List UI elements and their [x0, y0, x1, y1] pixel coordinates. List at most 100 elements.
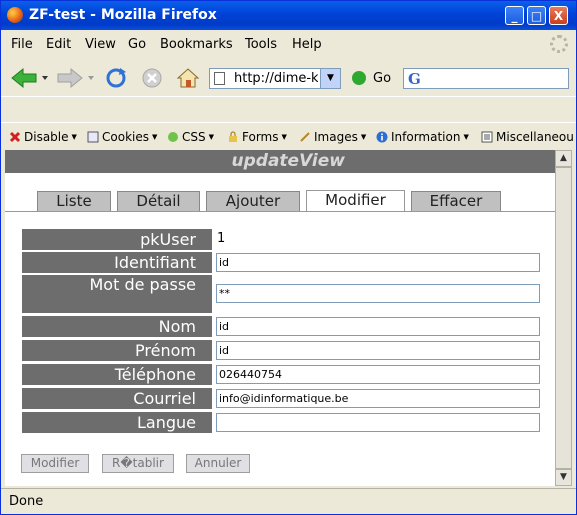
throbber-icon [550, 35, 568, 53]
close-button[interactable]: X [549, 6, 568, 25]
google-search-icon[interactable]: G [408, 70, 421, 88]
info-icon [376, 131, 388, 143]
title-bar[interactable]: ZF-test - Mozilla Firefox _ □ X [1, 1, 576, 30]
status-bar: Done [1, 488, 576, 514]
forward-arrow-icon [57, 67, 94, 89]
row-motdepasse: Mot de passe [22, 275, 552, 313]
url-bar[interactable]: http://dime-k ▼ [209, 68, 341, 89]
retablir-button[interactable]: R�tablir [102, 454, 174, 473]
tab-detail[interactable]: Détail [117, 191, 200, 211]
back-arrow-icon [11, 67, 48, 89]
go-icon[interactable] [352, 71, 366, 85]
menu-go[interactable]: Go [128, 37, 146, 52]
maximize-button[interactable]: □ [527, 6, 546, 25]
brush-icon [300, 132, 310, 142]
stop-icon [142, 68, 162, 88]
label-prenom: Prénom [22, 340, 212, 361]
row-telephone: Téléphone [22, 364, 552, 385]
dev-css[interactable]: CSS ▼ [167, 130, 214, 144]
annuler-button[interactable]: Annuler [186, 454, 250, 473]
menu-file[interactable]: File [11, 37, 33, 52]
web-developer-toolbar: Disable ▼ Cookies ▼ CSS ▼ Forms ▼ Images ▼ In… [1, 122, 576, 150]
menu-bar: File Edit View Go Bookmarks Tools Help [1, 30, 576, 58]
list-icon [481, 131, 493, 143]
forward-button[interactable] [56, 67, 96, 89]
label-identifiant: Identifiant [22, 252, 212, 273]
firefox-logo-icon [7, 7, 23, 23]
langue-input[interactable] [216, 413, 540, 432]
nom-input[interactable] [216, 317, 540, 336]
dev-cookies[interactable]: Cookies ▼ [87, 130, 157, 144]
url-text: http://dime-k [234, 71, 318, 86]
url-dropdown-icon[interactable]: ▼ [320, 69, 340, 88]
label-motdepasse: Mot de passe [22, 275, 212, 313]
courriel-input[interactable] [216, 389, 540, 408]
vertical-scrollbar[interactable]: ▲ ▼ [555, 150, 572, 486]
tab-strip: Liste Détail Ajouter Modifier Effacer [5, 173, 555, 212]
row-courriel: Courriel [22, 388, 552, 409]
dev-miscellaneous-label: Miscellaneou [496, 130, 574, 144]
row-nom: Nom [22, 316, 552, 337]
dev-disable-label: Disable [24, 130, 69, 144]
menu-edit[interactable]: Edit [46, 37, 71, 52]
chevron-down-icon: ▼ [281, 133, 287, 141]
css-icon [168, 132, 178, 142]
reload-button[interactable] [104, 66, 128, 90]
back-button[interactable] [10, 67, 50, 89]
reload-icon [106, 68, 126, 88]
label-pkuser: pkUser [22, 229, 212, 250]
menu-bookmarks[interactable]: Bookmarks [160, 37, 233, 52]
tab-effacer[interactable]: Effacer [411, 191, 501, 211]
page-content: updateView Liste Détail Ajouter Modifier… [5, 150, 555, 486]
scroll-up-icon[interactable]: ▲ [555, 150, 572, 167]
chevron-down-icon: ▼ [208, 133, 215, 141]
go-button[interactable]: Go [373, 71, 391, 86]
disable-icon [9, 131, 21, 143]
chevron-down-icon: ▼ [151, 133, 158, 141]
menu-tools[interactable]: Tools [245, 37, 277, 52]
search-input[interactable]: G [403, 68, 569, 89]
identifiant-input[interactable] [216, 253, 540, 272]
prenom-input[interactable] [216, 341, 540, 360]
tab-ajouter[interactable]: Ajouter [206, 191, 300, 211]
dev-disable[interactable]: Disable ▼ [9, 130, 77, 144]
home-button[interactable] [176, 66, 200, 90]
label-courriel: Courriel [22, 388, 212, 409]
label-telephone: Téléphone [22, 364, 212, 385]
row-pkuser: pkUser 1 [22, 229, 552, 250]
tab-modifier[interactable]: Modifier [306, 190, 405, 212]
dev-css-label: CSS [182, 130, 206, 144]
menu-help[interactable]: Help [292, 37, 322, 52]
value-pkuser: 1 [217, 231, 226, 246]
chevron-down-icon: ▼ [71, 133, 77, 141]
cookie-icon [87, 131, 99, 143]
telephone-input[interactable] [216, 365, 540, 384]
row-identifiant: Identifiant [22, 252, 552, 273]
chevron-down-icon: ▼ [463, 133, 469, 141]
dev-forms-label: Forms [242, 130, 279, 144]
page-icon [214, 72, 225, 85]
row-langue: Langue [22, 412, 552, 433]
dev-information[interactable]: Information ▼ [376, 130, 469, 144]
minimize-button[interactable]: _ [505, 6, 524, 25]
tab-divider [5, 211, 555, 212]
browser-window: ZF-test - Mozilla Firefox _ □ X File Edi… [0, 0, 577, 515]
dev-cookies-label: Cookies [102, 130, 149, 144]
row-prenom: Prénom [22, 340, 552, 361]
dev-miscellaneous[interactable]: Miscellaneou [481, 130, 574, 144]
tab-liste[interactable]: Liste [37, 191, 111, 211]
dev-images[interactable]: Images ▼ [299, 130, 366, 144]
dev-information-label: Information [391, 130, 461, 144]
home-icon [176, 68, 200, 88]
stop-button[interactable] [140, 66, 164, 90]
menu-view[interactable]: View [85, 37, 116, 52]
lock-icon [229, 131, 237, 142]
status-text: Done [9, 494, 44, 509]
dev-forms[interactable]: Forms ▼ [227, 130, 287, 144]
scroll-thumb[interactable] [555, 167, 572, 469]
label-nom: Nom [22, 316, 212, 337]
bookmarks-toolbar [1, 96, 576, 122]
password-input[interactable] [216, 284, 540, 303]
scroll-down-icon[interactable]: ▼ [555, 469, 572, 486]
modifier-button[interactable]: Modifier [21, 454, 89, 473]
